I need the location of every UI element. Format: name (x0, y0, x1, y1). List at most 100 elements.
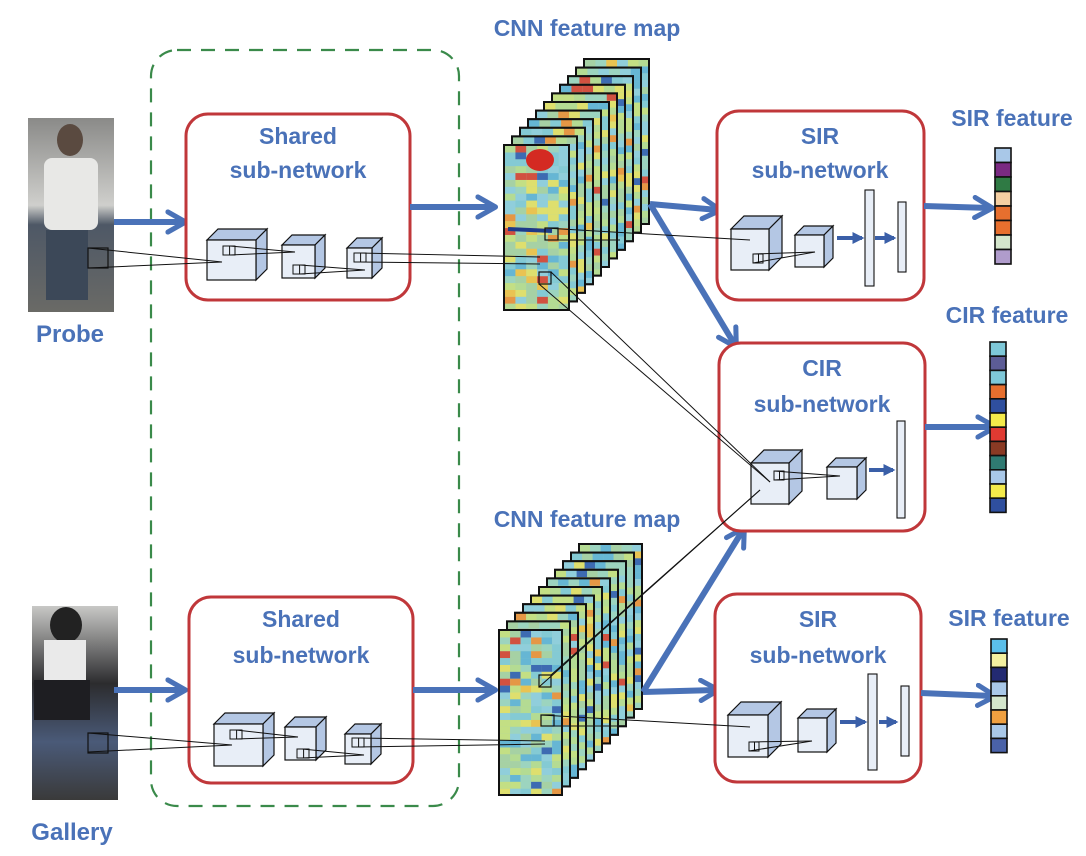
cube-front-face (727, 714, 769, 758)
heat-cell (541, 754, 553, 762)
heat-cell (561, 119, 572, 127)
heat-cell (504, 200, 516, 208)
fc-layer (897, 201, 907, 273)
shared-top-title: Shared (259, 123, 337, 149)
heat-cell (569, 111, 580, 119)
sir-bottom-subtitle: sub-network (750, 642, 887, 668)
heat-cell (499, 658, 511, 665)
heat-cell (510, 781, 521, 789)
heat-cell (587, 570, 598, 578)
heat-cell (537, 207, 548, 215)
heat-cell (547, 186, 559, 194)
heat-cell (590, 544, 601, 552)
heat-cell (541, 768, 553, 775)
heat-cell (638, 59, 650, 67)
heat-cell (520, 754, 532, 762)
heat-cell (598, 102, 610, 110)
heat-cell (547, 214, 559, 222)
heat-cell (510, 678, 521, 686)
heat-cell (579, 544, 591, 552)
heat-cell (515, 145, 527, 153)
heat-cell (557, 613, 569, 621)
gallery-label: Gallery (31, 819, 113, 846)
heat-cell (579, 111, 591, 119)
heat-cell (520, 644, 532, 652)
heat-cell (541, 713, 553, 720)
sir-bottom-title: SIR (799, 606, 838, 632)
heat-cell (504, 186, 516, 194)
cube-front-face (284, 726, 317, 761)
heat-cell (558, 248, 570, 256)
feature-cell (989, 426, 1007, 443)
heat-cell (520, 692, 532, 700)
heat-cell (617, 59, 628, 67)
heat-cell (510, 699, 521, 707)
heat-cell (571, 85, 583, 93)
heat-cell (558, 179, 570, 187)
heat-cell (558, 166, 570, 174)
heat-cell (526, 269, 538, 277)
heat-cell (515, 234, 527, 242)
heat-cell (597, 570, 609, 578)
shared-bottom-cube-1 (212, 711, 276, 768)
heat-cell (619, 68, 631, 76)
heat-cell (504, 145, 516, 153)
heat-cell (499, 740, 511, 748)
heat-cell (566, 137, 578, 144)
shared-bottom-title: Shared (262, 606, 340, 632)
probe-image (28, 118, 114, 312)
fc-layer (864, 189, 875, 287)
heat-cell (549, 622, 561, 629)
heat-cell (499, 637, 511, 645)
heat-cell (541, 761, 553, 769)
heat-cell (581, 587, 593, 595)
fc-layer (896, 420, 906, 519)
heat-cell (499, 699, 511, 707)
heat-cell (520, 713, 532, 720)
shared-bottom-subtitle: sub-network (233, 642, 370, 668)
heat-cell (531, 630, 542, 638)
heat-cell (537, 193, 548, 201)
heat-cell (526, 276, 538, 284)
heat-cell (603, 85, 615, 93)
heat-cell (515, 214, 527, 222)
heat-cell (520, 664, 532, 672)
heat-cell (510, 747, 521, 755)
heat-cell (547, 248, 559, 256)
heat-cell (537, 248, 548, 256)
heat-cell (547, 579, 559, 586)
heat-cell (515, 159, 527, 167)
heat-cell (566, 102, 578, 110)
cnn-top-label: CNN feature map (494, 15, 681, 41)
heat-cell (542, 596, 553, 604)
heat-cell (499, 774, 511, 782)
cnn-bottom-label: CNN feature map (494, 506, 681, 532)
heat-cell (547, 221, 559, 229)
heat-cell (504, 283, 516, 290)
heat-cell (601, 76, 612, 84)
heat-cell (531, 761, 542, 769)
heat-cell (515, 276, 527, 284)
cir-subtitle: sub-network (754, 391, 891, 417)
heat-cell (499, 726, 511, 734)
heat-cell (499, 733, 511, 741)
heat-cell (520, 651, 532, 659)
heat-cell (499, 768, 511, 775)
heat-cell (504, 173, 516, 180)
heat-cell (539, 587, 551, 595)
heat-cell (627, 59, 639, 67)
heat-cell (630, 68, 642, 76)
heat-cell (606, 59, 618, 67)
heat-cell (520, 706, 532, 714)
heat-cell (520, 637, 532, 645)
heat-cell (499, 630, 511, 638)
feature-cell (994, 190, 1012, 207)
heat-cell (590, 76, 602, 84)
network-diagram: Probe Gallery Shared sub-network Shared … (28, 15, 1073, 846)
heat-cell (510, 768, 521, 775)
heat-cell (531, 596, 543, 604)
heat-cell (621, 544, 633, 552)
heat-cell (547, 296, 559, 304)
heat-cell (515, 200, 527, 208)
heat-cell (531, 664, 542, 672)
